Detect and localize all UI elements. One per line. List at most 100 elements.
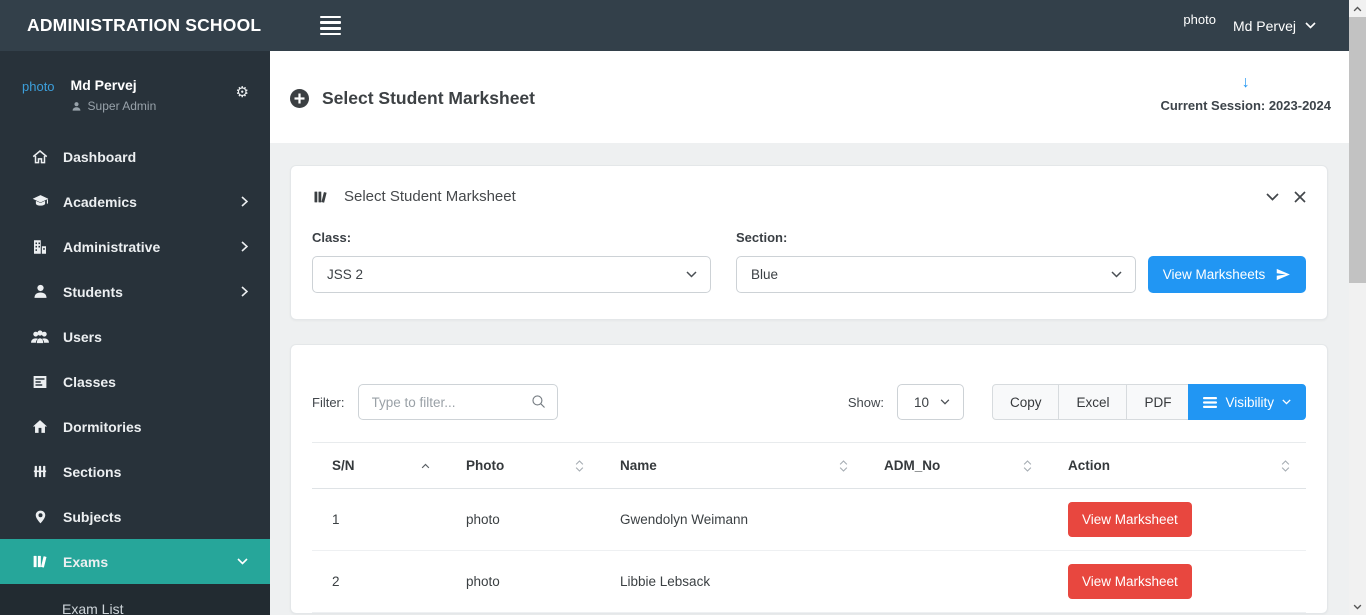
- page-header: Select Student Marksheet ↓ Current Sessi…: [270, 51, 1366, 143]
- column-header-name[interactable]: Name: [600, 442, 864, 489]
- table-header-row: S/N Photo Name ADM_No Action: [312, 442, 1306, 489]
- sidebar-item-label: Users: [63, 328, 102, 345]
- column-header-photo[interactable]: Photo: [446, 442, 600, 489]
- visibility-button[interactable]: Visibility: [1188, 384, 1306, 420]
- cell-name: Libbie Lebsack: [600, 550, 864, 613]
- show-entries-select[interactable]: 10: [896, 384, 964, 420]
- chevron-down-icon: [1305, 22, 1316, 29]
- student-icon: [29, 283, 51, 300]
- building-icon: [29, 238, 51, 256]
- session-indicator: ↓ Current Session: 2023-2024: [1160, 75, 1331, 114]
- content-area: Select Student Marksheet Class: JSS 2 Se…: [270, 143, 1366, 614]
- sidebar-user-role: Super Admin: [87, 99, 157, 113]
- sidebar-avatar[interactable]: photo: [22, 79, 55, 113]
- menu-lines-icon: [1203, 396, 1218, 408]
- users-group-icon: [29, 329, 51, 345]
- column-header-sn[interactable]: S/N: [312, 442, 446, 489]
- table-row: 2 photo Libbie Lebsack View Marksheet: [312, 550, 1306, 613]
- sidebar-user-panel: photo Md Pervej Super Admin ⚙: [0, 51, 270, 127]
- sidebar-item-dashboard[interactable]: Dashboard: [0, 134, 270, 179]
- app-brand: ADMINISTRATION SCHOOL: [27, 15, 262, 35]
- chevron-down-icon: [686, 271, 697, 278]
- class-select-value: JSS 2: [327, 267, 364, 282]
- view-marksheet-button[interactable]: View Marksheet: [1068, 564, 1192, 599]
- sidebar-item-exams[interactable]: Exams: [0, 539, 270, 584]
- close-card-icon[interactable]: [1294, 190, 1306, 203]
- sidebar-item-academics[interactable]: Academics: [0, 179, 270, 224]
- sidebar-toggle-icon[interactable]: [320, 15, 341, 36]
- sidebar-item-label: Dashboard: [63, 148, 137, 165]
- cell-photo: photo: [446, 550, 600, 613]
- chevron-down-icon: [237, 558, 248, 565]
- exams-submenu: Exam List: [0, 584, 270, 615]
- view-marksheets-label: View Marksheets: [1162, 267, 1266, 282]
- marksheet-filter-card: Select Student Marksheet Class: JSS 2 Se…: [290, 165, 1328, 320]
- cell-adm-no: [864, 488, 1048, 551]
- classes-board-icon: [29, 373, 51, 391]
- app-window: ADMINISTRATION SCHOOL photo Md Pervej ph…: [0, 0, 1366, 615]
- sidebar-item-label: Administrative: [63, 238, 161, 255]
- sort-icon: [839, 459, 848, 472]
- sidebar-item-label: Exams: [63, 553, 109, 570]
- column-header-action[interactable]: Action: [1048, 442, 1306, 489]
- copy-button[interactable]: Copy: [991, 384, 1060, 420]
- section-label: Section:: [736, 230, 788, 245]
- excel-button[interactable]: Excel: [1058, 384, 1128, 420]
- sidebar-item-students[interactable]: Students: [0, 269, 270, 314]
- table-row: 1 photo Gwendolyn Weimann View Marksheet: [312, 488, 1306, 551]
- paper-plane-icon: [1275, 267, 1291, 282]
- filter-label: Filter:: [312, 394, 345, 410]
- sort-icon: [1023, 459, 1032, 472]
- chevron-down-icon: [1282, 399, 1291, 405]
- class-label: Class:: [312, 230, 352, 245]
- books-icon: [312, 189, 329, 205]
- section-select[interactable]: Blue: [736, 256, 1136, 293]
- page-scrollbar[interactable]: [1349, 0, 1366, 615]
- sidebar-nav: Dashboard Academics Administrative Stude…: [0, 134, 270, 615]
- gear-icon[interactable]: ⚙: [236, 83, 249, 101]
- scroll-down-icon[interactable]: [1349, 598, 1366, 615]
- sidebar-item-dormitories[interactable]: Dormitories: [0, 404, 270, 449]
- chevron-right-icon: [241, 241, 248, 252]
- plus-circle-icon: [290, 89, 309, 108]
- sidebar-item-classes[interactable]: Classes: [0, 359, 270, 404]
- sort-icon: [1281, 459, 1290, 472]
- export-button-group: Copy Excel PDF Visibility: [991, 384, 1306, 420]
- column-header-adm-no[interactable]: ADM_No: [864, 442, 1048, 489]
- sidebar-item-label: Sections: [63, 463, 122, 480]
- topbar-user-area: photo Md Pervej: [1183, 12, 1316, 34]
- students-table: S/N Photo Name ADM_No Action 1 photo Gwe…: [312, 442, 1306, 613]
- filter-input[interactable]: [357, 384, 558, 420]
- chevron-right-icon: [241, 286, 248, 297]
- sort-asc-icon: [421, 463, 430, 469]
- topbar-user-menu[interactable]: Md Pervej: [1233, 18, 1316, 34]
- books-icon: [29, 553, 51, 570]
- view-marksheets-button[interactable]: View Marksheets: [1148, 256, 1306, 293]
- sidebar-item-label: Dormitories: [63, 418, 142, 435]
- sidebar-item-sections[interactable]: Sections: [0, 449, 270, 494]
- pdf-button[interactable]: PDF: [1126, 384, 1190, 420]
- cell-sn: 1: [312, 488, 446, 551]
- page-title: Select Student Marksheet: [322, 88, 535, 108]
- sidebar-item-administrative[interactable]: Administrative: [0, 224, 270, 269]
- sidebar-subitem-exam-list[interactable]: Exam List: [62, 601, 270, 615]
- class-select[interactable]: JSS 2: [312, 256, 711, 293]
- scroll-up-icon[interactable]: [1349, 0, 1366, 17]
- collapse-card-icon[interactable]: [1266, 192, 1279, 201]
- sidebar-item-users[interactable]: Users: [0, 314, 270, 359]
- person-icon: [71, 101, 82, 112]
- sidebar-user-name: Md Pervej: [70, 77, 137, 93]
- scrollbar-thumb[interactable]: [1349, 17, 1366, 283]
- cell-photo: photo: [446, 488, 600, 551]
- topbar-avatar[interactable]: photo: [1183, 12, 1216, 27]
- session-label: Current Session: 2023-2024: [1160, 98, 1331, 113]
- show-label: Show:: [847, 394, 884, 410]
- students-table-card: Filter: Show: 10: [290, 344, 1328, 614]
- house-icon: [29, 418, 51, 435]
- sidebar-item-subjects[interactable]: Subjects: [0, 494, 270, 539]
- sections-bars-icon: [29, 463, 51, 480]
- topbar-user-name: Md Pervej: [1232, 17, 1296, 34]
- chevron-down-icon: [940, 399, 950, 405]
- top-navbar: ADMINISTRATION SCHOOL photo Md Pervej: [0, 0, 1366, 51]
- view-marksheet-button[interactable]: View Marksheet: [1068, 502, 1192, 537]
